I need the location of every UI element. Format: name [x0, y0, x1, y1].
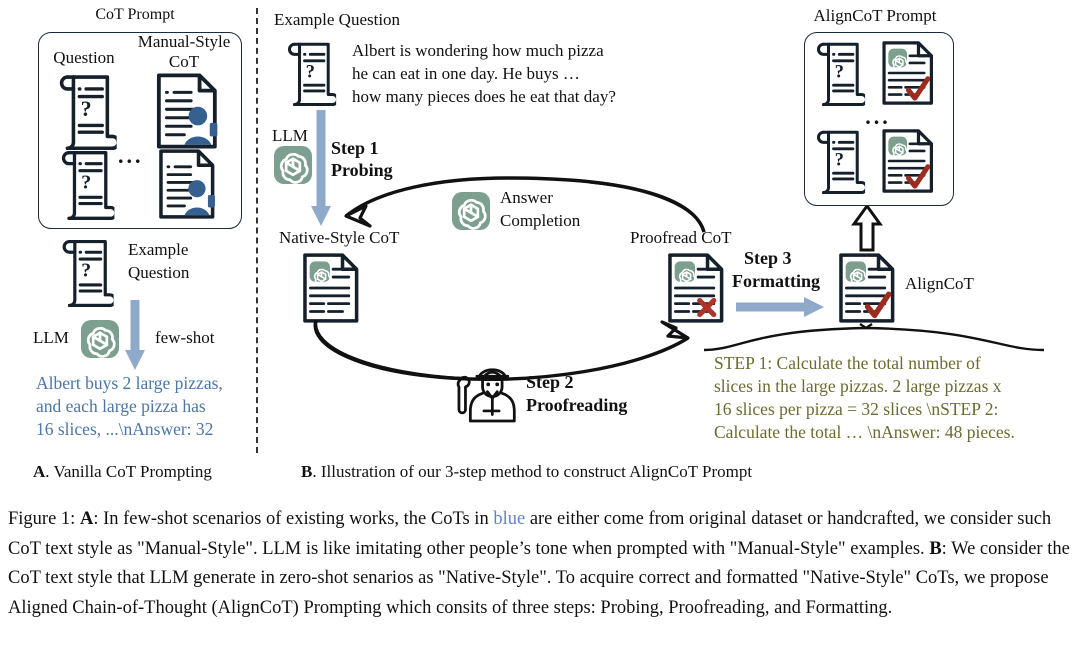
- panel-b-subcaption: B. Illustration of our 3-step method to …: [301, 462, 752, 482]
- cot-output-line-3: 16 slices, ...\nAnswer: 32: [36, 419, 214, 439]
- step3-label-line1: Step 3: [744, 248, 792, 268]
- aligncot-up-arrow-icon: [851, 203, 883, 252]
- native-style-cot-label: Native-Style CoT: [279, 228, 400, 247]
- cot-output-line-2: and each large pizza has: [36, 396, 206, 416]
- example-question-label-line1: Example: [128, 240, 189, 259]
- caption-blue-word: blue: [493, 509, 526, 529]
- scroll-question-icon: [56, 237, 118, 307]
- panel-b-subcaption-letter: B: [301, 462, 313, 481]
- caption-segment-1: : In few-shot scenarios of existing work…: [93, 509, 494, 529]
- aligncot-label: AlignCoT: [905, 274, 974, 293]
- question-column-label: Question: [53, 48, 115, 67]
- answer-completion-label-line2: Completion: [500, 211, 581, 230]
- answer-completion-label-line1: Answer: [500, 188, 553, 207]
- aligncot-prompt-title: AlignCoT Prompt: [813, 6, 937, 25]
- openai-logo-icon: [81, 320, 119, 358]
- scroll-question-icon: [52, 148, 122, 220]
- scroll-question-icon: [812, 128, 868, 194]
- document-openai-check-icon: [878, 128, 936, 194]
- openai-logo-icon: [452, 192, 490, 230]
- aligncot-prompt-ellipsis: ...: [865, 104, 891, 129]
- cot-prompt-title: CoT Prompt: [95, 6, 175, 23]
- panel-b-subcaption-text: . Illustration of our 3-step method to c…: [312, 462, 753, 481]
- example-question-label-line2: Question: [128, 263, 190, 282]
- cot-output-line-1: Albert buys 2 large pizzas,: [36, 373, 223, 393]
- scroll-question-icon: [282, 40, 340, 106]
- worker-proofreading-icon: [450, 364, 520, 426]
- caption-prefix: Figure 1:: [8, 509, 80, 529]
- scroll-question-icon: [52, 72, 122, 150]
- question-text-line-2: he can eat in one day. He buys …: [352, 64, 580, 83]
- example-question-title: Example Question: [274, 10, 401, 29]
- panel-a-subcaption-text: . Vanilla CoT Prompting: [45, 462, 212, 481]
- step1-label-line1: Step 1: [331, 138, 379, 158]
- figure-caption: Figure 1: A: In few-shot scenarios of ex…: [8, 505, 1072, 623]
- llm-label-panel-a: LLM: [33, 328, 69, 347]
- step2-label-line2: Proofreading: [526, 395, 628, 415]
- aligncot-text-line-4: Calculate the total … \nAnswer: 48 piece…: [714, 422, 1015, 442]
- proofread-cot-label: Proofread CoT: [630, 228, 732, 247]
- manual-cot-label-line2: CoT: [168, 52, 200, 71]
- aligncot-brace-icon: [703, 323, 1045, 352]
- scroll-question-icon: [812, 40, 868, 106]
- question-text-line-3: how many pieces does he eat that day?: [352, 87, 616, 106]
- aligncot-text-line-2: slices in the large pizzas. 2 large pizz…: [714, 376, 1002, 396]
- fewshot-label: few-shot: [155, 328, 215, 347]
- aligncot-text-line-1: STEP 1: Calculate the total number of: [714, 353, 981, 373]
- fewshot-down-arrow-icon: [125, 300, 145, 370]
- document-openai-icon: [300, 252, 360, 324]
- document-openai-cross-icon: [665, 252, 725, 324]
- question-text-line-1: Albert is wondering how much pizza: [352, 41, 604, 60]
- caption-a-letter: A: [79, 509, 94, 529]
- document-openai-check-icon: [836, 252, 896, 324]
- document-openai-check-icon: [878, 40, 936, 106]
- panel-a-subcaption: A. Vanilla CoT Prompting: [33, 462, 212, 482]
- document-person-icon: [150, 72, 222, 150]
- panel-a-subcaption-letter: A: [33, 462, 46, 481]
- step3-label-line2: Formatting: [732, 271, 820, 291]
- panel-divider: [256, 8, 258, 453]
- aligncot-text-line-3: 16 slices per pizza = 32 slices \nSTEP 2…: [714, 399, 999, 419]
- document-person-icon: [150, 148, 222, 220]
- formatting-right-arrow-icon: [736, 297, 824, 317]
- manual-cot-label-line1: Manual-Style: [137, 32, 231, 51]
- caption-b-letter: B: [929, 538, 942, 559]
- step2-label-line1: Step 2: [526, 372, 574, 392]
- figure-diagram: ?: [0, 0, 1080, 500]
- llm-label-panel-b: LLM: [272, 126, 308, 145]
